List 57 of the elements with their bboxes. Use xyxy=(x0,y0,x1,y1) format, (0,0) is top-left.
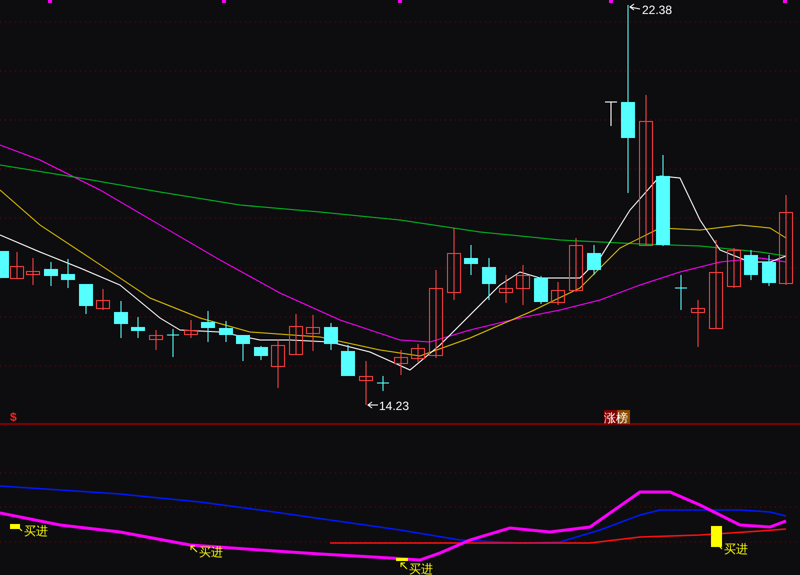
candlestick xyxy=(376,376,390,392)
candlestick xyxy=(482,258,496,300)
candlestick xyxy=(341,344,355,376)
candlestick xyxy=(744,250,758,280)
candlestick xyxy=(79,284,93,314)
arrow-icon xyxy=(629,4,640,10)
low-price-label: 14.23 xyxy=(379,399,410,413)
candlestick xyxy=(516,264,530,306)
candlestick xyxy=(149,330,163,350)
candlestick xyxy=(604,102,618,126)
candlestick xyxy=(114,300,128,338)
candlestick xyxy=(166,328,180,358)
candlestick xyxy=(184,320,198,338)
candlestick xyxy=(394,350,408,376)
candlestick xyxy=(551,282,565,306)
buy-signal-label: 买进 xyxy=(24,524,48,538)
candlestick xyxy=(219,320,233,342)
candlestick xyxy=(324,322,338,350)
candlestick xyxy=(236,334,250,362)
signal-mark: $ xyxy=(10,410,17,424)
signal-marker-icon xyxy=(10,524,20,529)
candlestick xyxy=(201,310,215,342)
candlestick xyxy=(289,314,303,355)
arrow-icon xyxy=(190,546,198,552)
arrow-icon xyxy=(367,402,378,408)
top-marker-icon xyxy=(48,0,52,3)
ranking-badge: 涨榜 xyxy=(604,410,630,425)
top-marker-icon xyxy=(398,0,402,3)
candlestick xyxy=(131,316,145,338)
candlestick xyxy=(61,258,75,288)
candlestick xyxy=(534,276,548,304)
buy-signal-label: 买进 xyxy=(724,542,748,556)
candlestick xyxy=(499,274,513,304)
candlestick xyxy=(96,288,110,310)
candlestick xyxy=(359,360,373,406)
candlestick xyxy=(306,314,320,352)
candlestick xyxy=(587,244,601,276)
candlestick xyxy=(411,344,425,362)
candlestick xyxy=(254,346,268,360)
buy-signal-label: 买进 xyxy=(199,545,223,559)
top-marker-icon xyxy=(609,0,613,3)
candlestick xyxy=(762,254,776,286)
candlestick xyxy=(727,248,741,288)
signal-marker-icon xyxy=(396,558,408,561)
signal-marker-icon xyxy=(711,526,722,547)
arrow-icon xyxy=(400,562,408,570)
candlestick xyxy=(674,274,688,310)
candlestick xyxy=(691,300,705,348)
top-marker-icon xyxy=(222,0,226,3)
candlestick xyxy=(26,258,40,286)
candlestick xyxy=(44,262,58,286)
top-marker-icon xyxy=(783,0,787,3)
candlestick xyxy=(569,238,583,292)
buy-signal-label: 买进 xyxy=(409,562,433,575)
candlestick xyxy=(464,244,478,276)
candlestick xyxy=(271,340,285,388)
high-price-label: 22.38 xyxy=(642,3,672,17)
